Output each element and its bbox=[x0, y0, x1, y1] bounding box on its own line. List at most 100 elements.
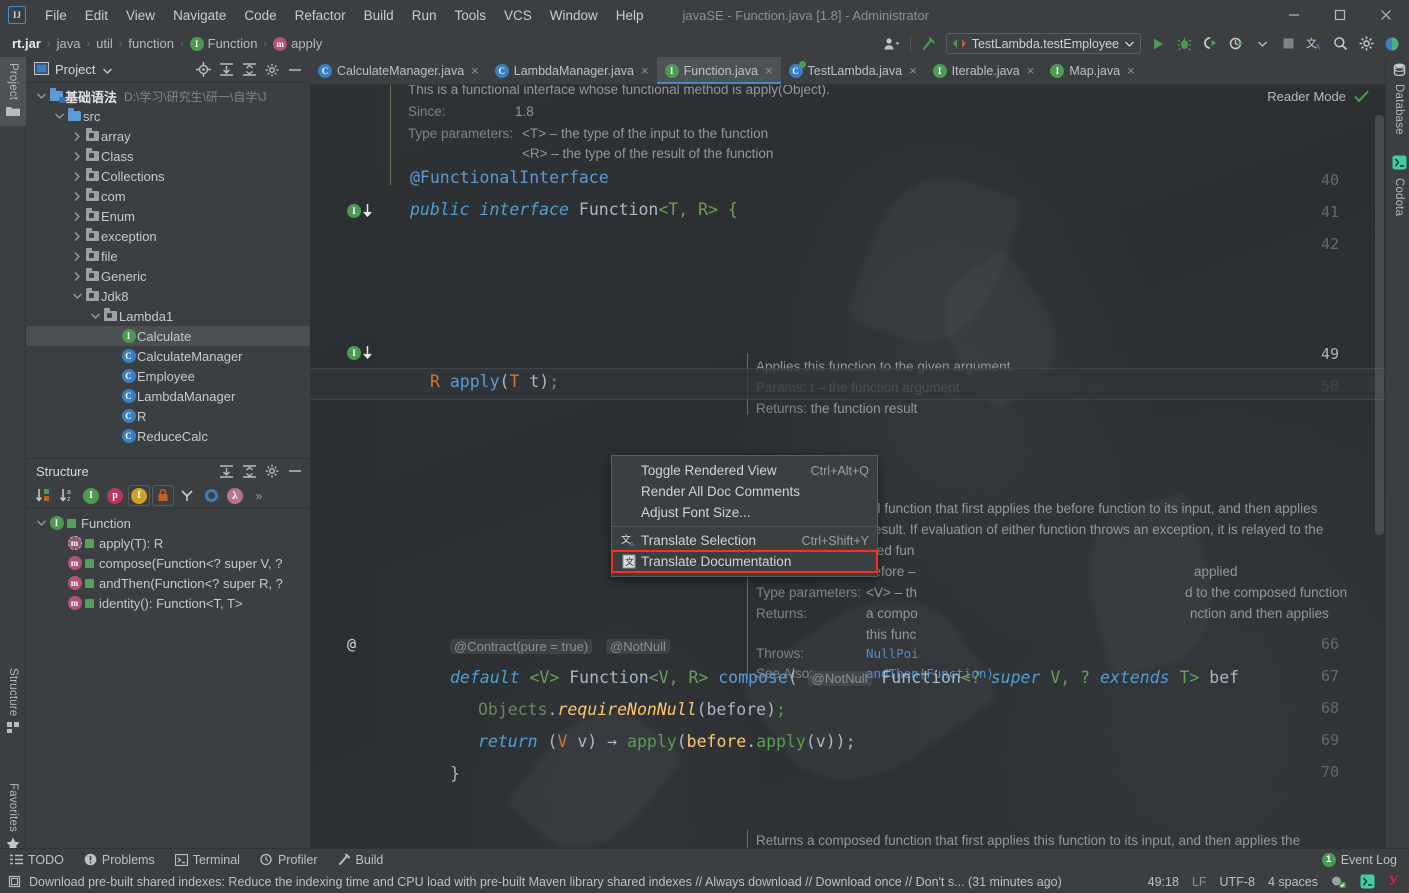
close-button[interactable] bbox=[1363, 0, 1409, 30]
project-tree-item-r[interactable]: CR bbox=[26, 406, 310, 426]
structure-item-apply-t-r[interactable]: m apply(T): R bbox=[26, 533, 310, 553]
editor-tab-function-java[interactable]: I Function.java × bbox=[656, 57, 781, 84]
gutter-implemented-marker[interactable]: I bbox=[347, 203, 373, 219]
rail-tab-project[interactable]: Project bbox=[0, 57, 26, 127]
breadcrumb-function-type[interactable]: I Function bbox=[189, 36, 258, 51]
breadcrumb-java[interactable]: java bbox=[57, 36, 81, 51]
maximize-button[interactable] bbox=[1317, 0, 1363, 30]
structure-item-compose-function-super-v[interactable]: m compose(Function<? super V, ? bbox=[26, 553, 310, 573]
inspections-icon[interactable] bbox=[1331, 875, 1347, 889]
menu-item-translate-documentation[interactable]: 文 Translate Documentation bbox=[611, 550, 878, 573]
editor-tab-lambdamanager-java[interactable]: C LambdaManager.java × bbox=[487, 57, 657, 84]
show-inherited-icon[interactable]: I bbox=[80, 485, 102, 506]
terminal-icon[interactable] bbox=[1360, 874, 1375, 889]
chevron-down-icon[interactable] bbox=[34, 93, 48, 99]
project-tree-item-enum[interactable]: Enum bbox=[26, 206, 310, 226]
bottom-tab-problems[interactable]: Problems bbox=[74, 853, 165, 867]
breadcrumb-apply-method[interactable]: m apply bbox=[273, 36, 322, 51]
collapse-all-icon[interactable] bbox=[238, 460, 260, 482]
editor-scrollbar[interactable] bbox=[1375, 115, 1384, 535]
translate-icon[interactable]: 文A bbox=[1301, 32, 1327, 56]
project-tree-item-lambdamanager[interactable]: C LambdaManager bbox=[26, 386, 310, 406]
menu-window[interactable]: Window bbox=[541, 4, 607, 27]
status-message[interactable]: Download pre-built shared indexes: Reduc… bbox=[29, 875, 1062, 889]
group-methods-icon[interactable] bbox=[176, 485, 198, 506]
menu-item-adjust-font-size[interactable]: Adjust Font Size... bbox=[612, 502, 877, 523]
close-icon[interactable]: × bbox=[1127, 63, 1135, 78]
show-non-public-icon[interactable] bbox=[152, 485, 174, 506]
editor-gutter[interactable] bbox=[310, 85, 376, 853]
stop-button[interactable] bbox=[1275, 32, 1301, 56]
rail-tab-structure[interactable]: Structure bbox=[0, 662, 26, 742]
editor-tab-calculatemanager-java[interactable]: C CalculateManager.java × bbox=[310, 57, 487, 84]
menu-item-toggle-rendered-view[interactable]: Toggle Rendered View Ctrl+Alt+Q bbox=[612, 460, 877, 481]
hide-icon[interactable] bbox=[284, 59, 306, 81]
chevron-right-icon[interactable] bbox=[70, 171, 84, 181]
chevron-down-icon[interactable] bbox=[70, 293, 84, 299]
collapse-all-icon[interactable] bbox=[238, 59, 260, 81]
bottom-tab-terminal[interactable]: Terminal bbox=[165, 853, 250, 867]
reader-mode-indicator[interactable]: Reader Mode bbox=[1267, 89, 1369, 104]
expand-all-icon[interactable] bbox=[215, 460, 237, 482]
menu-navigate[interactable]: Navigate bbox=[164, 4, 235, 27]
caret-position[interactable]: 49:18 bbox=[1148, 875, 1179, 889]
bottom-tab-build[interactable]: Build bbox=[328, 853, 394, 867]
close-icon[interactable]: × bbox=[1027, 63, 1035, 78]
chevron-right-icon[interactable] bbox=[70, 211, 84, 221]
chevron-right-icon[interactable] bbox=[70, 231, 84, 241]
search-icon[interactable] bbox=[1327, 32, 1353, 56]
project-tree-item--[interactable]: 基础语法 D:\学习\研究生\研一\自学\J bbox=[26, 86, 310, 106]
structure-item-andthen-function-super-r[interactable]: m andThen(Function<? super R, ? bbox=[26, 573, 310, 593]
gear-icon[interactable] bbox=[1353, 32, 1379, 56]
editor-tab-testlambda-java[interactable]: C TestLambda.java × bbox=[781, 57, 925, 84]
project-tree-item-reducecalc[interactable]: C ReduceCalc bbox=[26, 426, 310, 446]
menu-build[interactable]: Build bbox=[355, 4, 403, 27]
breadcrumb-rtjar[interactable]: rt.jar bbox=[12, 36, 41, 51]
project-tree[interactable]: 基础语法 D:\学习\研究生\研一\自学\J src array Class Collec… bbox=[26, 83, 310, 456]
project-tree-item-employee[interactable]: C Employee bbox=[26, 366, 310, 386]
menu-edit[interactable]: Edit bbox=[76, 4, 117, 27]
chevron-down-icon[interactable] bbox=[88, 313, 102, 319]
menu-code[interactable]: Code bbox=[235, 4, 285, 27]
project-tree-item-collections[interactable]: Collections bbox=[26, 166, 310, 186]
project-tree-item-jdk8[interactable]: Jdk8 bbox=[26, 286, 310, 306]
structure-tree[interactable]: I Function m apply(T): R m compose(Function<?… bbox=[26, 509, 310, 613]
menu-view[interactable]: View bbox=[117, 4, 164, 27]
close-icon[interactable]: × bbox=[641, 63, 649, 78]
chevron-down-icon[interactable] bbox=[34, 520, 48, 526]
gear-icon[interactable] bbox=[261, 460, 283, 482]
menu-tools[interactable]: Tools bbox=[445, 4, 495, 27]
rail-tab-database[interactable]: Database bbox=[1386, 57, 1409, 141]
chevron-right-icon[interactable] bbox=[70, 251, 84, 261]
menu-vcs[interactable]: VCS bbox=[495, 4, 541, 27]
hammer-icon[interactable] bbox=[916, 32, 942, 56]
more-icon[interactable]: » bbox=[248, 485, 270, 506]
yandex-icon[interactable]: У bbox=[1388, 873, 1399, 890]
gutter-override-marker[interactable]: @ bbox=[347, 635, 356, 653]
chevron-down-icon[interactable] bbox=[52, 113, 66, 119]
project-tree-item-src[interactable]: src bbox=[26, 106, 310, 126]
menu-run[interactable]: Run bbox=[403, 4, 446, 27]
project-tree-item-exception[interactable]: exception bbox=[26, 226, 310, 246]
show-lambdas-icon[interactable]: λ bbox=[224, 485, 246, 506]
close-icon[interactable]: × bbox=[765, 63, 773, 78]
show-anonymous-icon[interactable] bbox=[200, 485, 222, 506]
rail-tab-codota[interactable]: Codota bbox=[1386, 149, 1409, 222]
project-tree-item-calculatemanager[interactable]: C CalculateManager bbox=[26, 346, 310, 366]
context-menu[interactable]: Toggle Rendered View Ctrl+Alt+Q Render A… bbox=[611, 455, 878, 577]
gear-icon[interactable] bbox=[261, 59, 283, 81]
gutter-implemented-marker[interactable]: I bbox=[347, 345, 373, 361]
close-icon[interactable]: × bbox=[471, 63, 479, 78]
chevron-down-icon[interactable] bbox=[1249, 32, 1275, 56]
run-button[interactable] bbox=[1145, 32, 1171, 56]
chevron-down-icon[interactable] bbox=[103, 62, 113, 77]
chevron-right-icon[interactable] bbox=[70, 191, 84, 201]
structure-item-function[interactable]: I Function bbox=[26, 513, 310, 533]
run-with-coverage-button[interactable] bbox=[1197, 32, 1223, 56]
menu-item-translate-selection[interactable]: 文A Translate Selection Ctrl+Shift+Y bbox=[612, 530, 877, 551]
debug-button[interactable] bbox=[1171, 32, 1197, 56]
breadcrumb-function-pkg[interactable]: function bbox=[128, 36, 174, 51]
sort-alphabetically-icon[interactable]: az bbox=[56, 485, 78, 506]
event-log-button[interactable]: 1 Event Log bbox=[1321, 852, 1409, 867]
project-tree-item-array[interactable]: array bbox=[26, 126, 310, 146]
